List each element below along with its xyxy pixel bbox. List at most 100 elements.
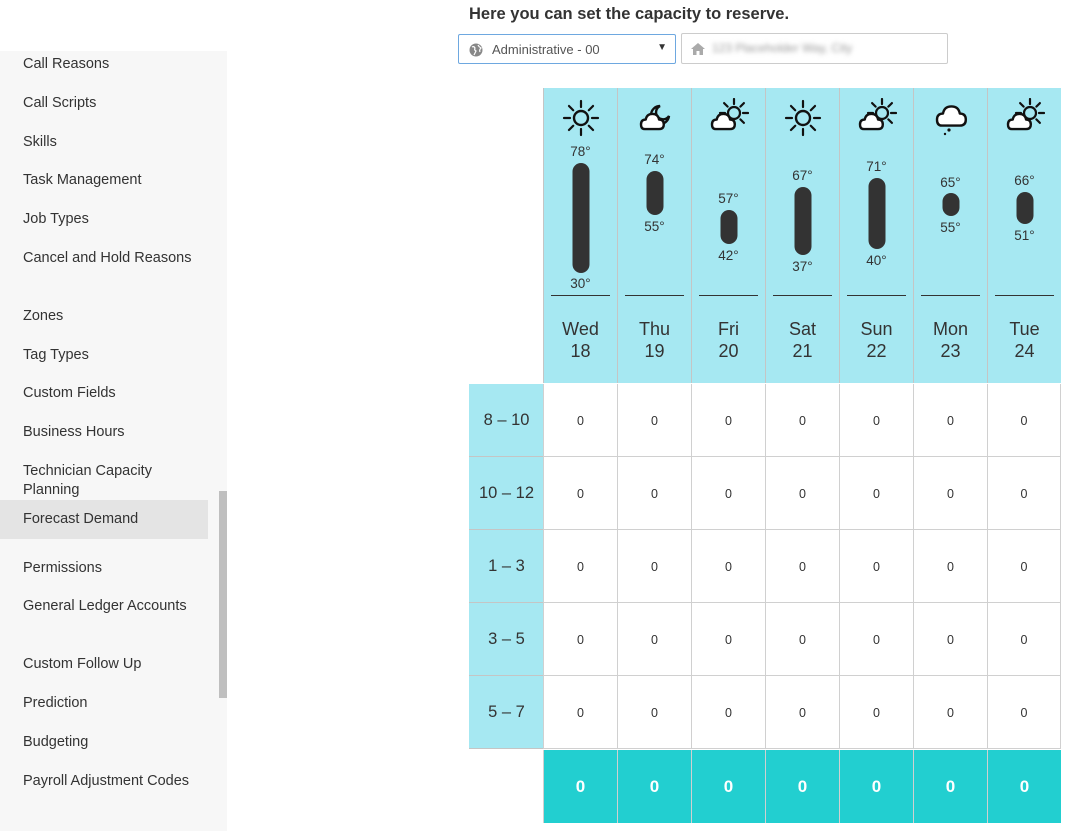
day-name: Thu	[638, 319, 671, 339]
total-cell: 0	[617, 750, 691, 823]
total-cell: 0	[913, 750, 987, 823]
capacity-cell[interactable]: 0	[691, 384, 765, 457]
sidebar-item[interactable]: Prediction	[0, 694, 208, 713]
capacity-cell[interactable]: 0	[617, 457, 691, 530]
sidebar-item[interactable]: Task Management	[0, 171, 208, 190]
sidebar-item[interactable]: Budgeting	[0, 733, 208, 752]
business-unit-select[interactable]: Administrative - 00 ▼	[458, 34, 676, 64]
capacity-cell[interactable]: 0	[617, 603, 691, 676]
sidebar-item-label: Business Hours	[23, 424, 125, 440]
day-column: 67° 37° Sat 21	[765, 88, 839, 383]
capacity-cell[interactable]: 0	[839, 603, 913, 676]
day-name: Tue	[1009, 319, 1040, 339]
sidebar-item-label: Budgeting	[23, 734, 89, 750]
sidebar-item[interactable]: Cancel and Hold Reasons	[0, 249, 208, 268]
sidebar-item-label: Cancel and Hold Reasons	[23, 250, 192, 266]
sidebar-item[interactable]: Call Reasons	[0, 55, 208, 74]
total-cell: 0	[765, 750, 839, 823]
sidebar-item[interactable]: Zones	[0, 307, 208, 326]
capacity-cell[interactable]: 0	[987, 530, 1061, 603]
day-date: 20	[718, 341, 739, 361]
capacity-cell[interactable]: 0	[765, 530, 839, 603]
sidebar-item[interactable]: Forecast Demand	[0, 500, 208, 539]
day-column: 65° 55° Mon 23	[913, 88, 987, 383]
capacity-cell[interactable]: 0	[543, 603, 617, 676]
sidebar-item[interactable]: General Ledger Accounts	[0, 597, 208, 616]
capacity-cell[interactable]: 0	[913, 457, 987, 530]
sidebar-scrollbar[interactable]	[219, 491, 227, 698]
temp-range-bar	[646, 171, 663, 215]
capacity-cell[interactable]: 0	[987, 384, 1061, 457]
low-temp: 40°	[866, 253, 887, 268]
capacity-cell[interactable]: 0	[987, 603, 1061, 676]
temp-range-bar	[942, 193, 959, 216]
capacity-cell[interactable]: 0	[987, 457, 1061, 530]
sidebar-item[interactable]: Technician Capacity Planning	[0, 462, 208, 500]
capacity-cell[interactable]: 0	[543, 676, 617, 749]
capacity-cell[interactable]: 0	[987, 676, 1061, 749]
capacity-cell[interactable]: 0	[765, 603, 839, 676]
high-temp: 74°	[644, 152, 665, 167]
day-column: 66° 51° Tue 24	[987, 88, 1061, 383]
capacity-cell[interactable]: 0	[913, 603, 987, 676]
sidebar-item[interactable]: Permissions	[0, 559, 208, 578]
sidebar-item[interactable]: Payroll Adjustment Codes	[0, 772, 208, 791]
capacity-cell[interactable]: 0	[913, 676, 987, 749]
capacity-cell[interactable]: 0	[765, 676, 839, 749]
capacity-cell[interactable]: 0	[913, 384, 987, 457]
time-slot-label: 8 – 10	[469, 384, 544, 457]
total-cell: 0	[987, 750, 1061, 823]
divider	[847, 295, 906, 296]
business-unit-value: Administrative - 00	[492, 42, 600, 57]
day-date: 18	[570, 341, 591, 361]
total-cell: 0	[543, 750, 617, 823]
capacity-cell[interactable]: 0	[543, 530, 617, 603]
weather-partly-cloudy-icon	[710, 98, 749, 131]
capacity-cell[interactable]: 0	[691, 676, 765, 749]
capacity-cell[interactable]: 0	[691, 530, 765, 603]
capacity-cell[interactable]: 0	[691, 603, 765, 676]
temp-range-bar	[572, 163, 589, 273]
capacity-cell[interactable]: 0	[913, 530, 987, 603]
sidebar-item[interactable]: Business Hours	[0, 423, 208, 442]
capacity-cell[interactable]: 0	[839, 457, 913, 530]
capacity-cell[interactable]: 0	[543, 384, 617, 457]
sidebar-item[interactable]: Custom Fields	[0, 384, 208, 403]
capacity-cell[interactable]: 0	[617, 676, 691, 749]
sidebar-item-label: Permissions	[23, 560, 102, 576]
total-cell: 0	[839, 750, 913, 823]
capacity-cell[interactable]: 0	[765, 457, 839, 530]
divider	[773, 295, 832, 296]
low-temp: 51°	[1014, 228, 1035, 243]
globe-icon	[469, 43, 483, 57]
high-temp: 65°	[940, 175, 961, 190]
sidebar-item[interactable]: Call Scripts	[0, 94, 208, 113]
time-slot-label: 3 – 5	[469, 603, 544, 676]
sidebar-item[interactable]: Job Types	[0, 210, 208, 229]
capacity-cell[interactable]: 0	[839, 676, 913, 749]
address-field[interactable]: 123 Placeholder Way, City	[681, 33, 948, 64]
capacity-cell[interactable]: 0	[839, 530, 913, 603]
day-column: 57° 42° Fri 20	[691, 88, 765, 383]
low-temp: 30°	[570, 276, 591, 291]
capacity-cell[interactable]: 0	[839, 384, 913, 457]
divider	[551, 295, 610, 296]
capacity-cell[interactable]: 0	[543, 457, 617, 530]
sidebar-item-label: Call Scripts	[23, 95, 97, 111]
day-column: 71° 40° Sun 22	[839, 88, 913, 383]
weather-partly-cloudy-icon	[1006, 98, 1045, 131]
capacity-cell[interactable]: 0	[765, 384, 839, 457]
time-slot-label: 1 – 3	[469, 530, 544, 603]
time-slot-label: 5 – 7	[469, 676, 544, 749]
sidebar-item[interactable]: Skills	[0, 133, 208, 152]
capacity-cell[interactable]: 0	[617, 530, 691, 603]
sidebar-item[interactable]: Custom Follow Up	[0, 655, 208, 674]
capacity-cell[interactable]: 0	[617, 384, 691, 457]
sidebar-item-label: Custom Follow Up	[23, 656, 142, 672]
day-name: Wed	[562, 319, 599, 339]
high-temp: 71°	[866, 159, 887, 174]
capacity-cell[interactable]: 0	[691, 457, 765, 530]
sidebar-item[interactable]: Tag Types	[0, 346, 208, 365]
weather-cloud-moon-icon	[639, 104, 670, 131]
day-column: 74° 55° Thu 19	[617, 88, 691, 383]
